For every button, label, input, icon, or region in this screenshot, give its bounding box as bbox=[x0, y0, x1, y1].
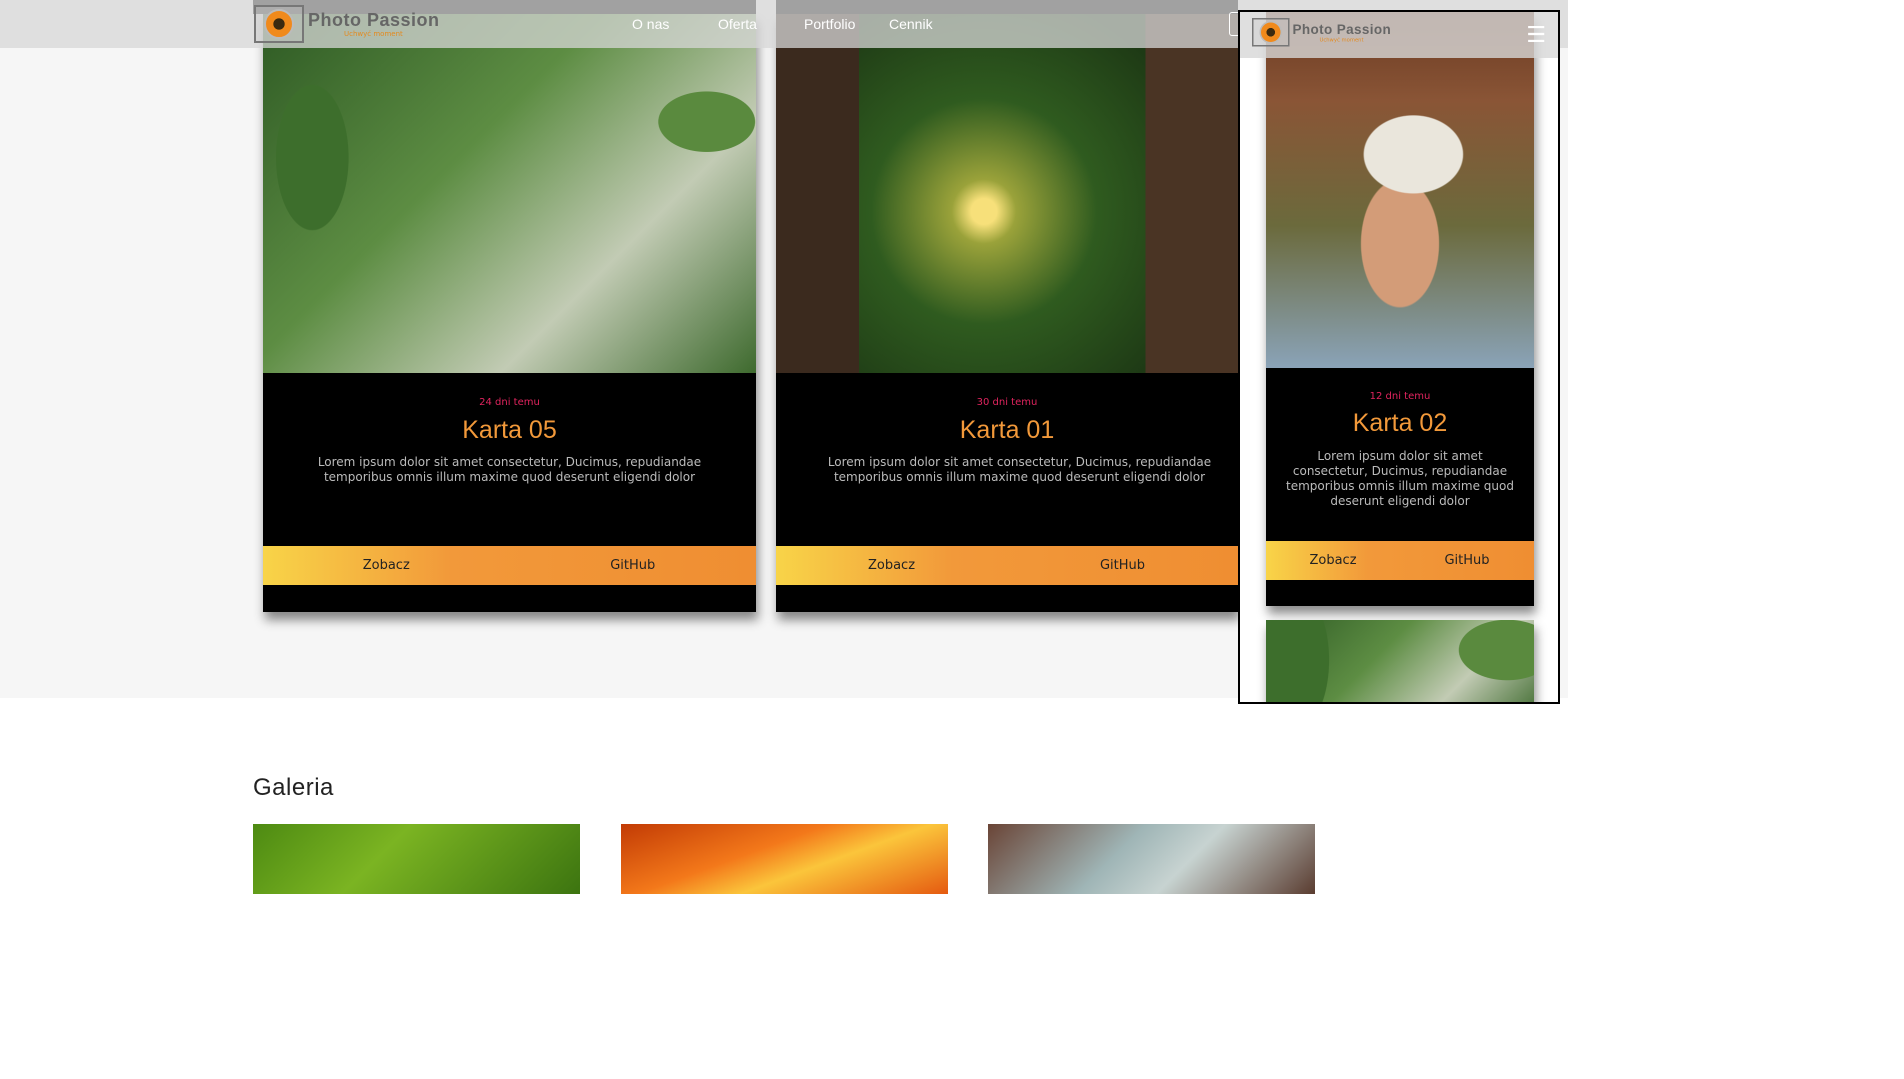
nav-oferta[interactable]: Oferta bbox=[718, 16, 757, 32]
github-button[interactable]: GitHub bbox=[1400, 541, 1534, 580]
nav-o-nas[interactable]: O nas bbox=[632, 16, 669, 32]
card-description: Lorem ipsum dolor sit amet consectetur, … bbox=[827, 455, 1212, 484]
brand-name: Photo Passion bbox=[308, 9, 440, 30]
logo[interactable]: Photo Passion Uchwyć moment bbox=[254, 5, 440, 43]
card-title: Karta 02 bbox=[1352, 409, 1448, 437]
card-karta-01: 30 dni temu Karta 01 Lorem ipsum dolor s… bbox=[776, 14, 1238, 612]
nav-portfolio[interactable]: Portfolio bbox=[804, 16, 855, 32]
card-description: Lorem ipsum dolor sit amet consectetur, … bbox=[317, 455, 702, 484]
mobile-card-karta-02: 12 dni temu Karta 02 Lorem ipsum dolor s… bbox=[1266, 12, 1534, 606]
gallery-image[interactable] bbox=[988, 824, 1315, 894]
card-title: Karta 01 bbox=[959, 416, 1055, 444]
mobile-next-card bbox=[1266, 620, 1534, 702]
zobacz-button[interactable]: Zobacz bbox=[776, 546, 1007, 585]
card-actions: Zobacz GitHub bbox=[1266, 541, 1534, 580]
mobile-header: Photo Passion Uchwyć moment ☰ bbox=[1240, 12, 1558, 58]
card-karta-05: 24 dni temu Karta 05 Lorem ipsum dolor s… bbox=[263, 14, 756, 612]
gallery-title: Galeria bbox=[253, 774, 334, 801]
card-actions: Zobacz GitHub bbox=[263, 546, 756, 585]
github-button[interactable]: GitHub bbox=[510, 546, 757, 585]
card-title: Karta 05 bbox=[462, 416, 557, 444]
github-button[interactable]: GitHub bbox=[1007, 546, 1238, 585]
nav-cennik[interactable]: Cennik bbox=[889, 16, 933, 32]
mobile-logo[interactable]: Photo Passion Uchwyć moment bbox=[1252, 18, 1391, 47]
card-actions: Zobacz GitHub bbox=[776, 546, 1238, 585]
camera-logo-icon bbox=[1252, 18, 1290, 47]
gallery-image[interactable] bbox=[253, 824, 580, 894]
card-image bbox=[1266, 12, 1534, 368]
card-description: Lorem ipsum dolor sit amet consectetur, … bbox=[1286, 449, 1514, 508]
brand-tagline: Uchwyć moment bbox=[1319, 36, 1364, 43]
zobacz-button[interactable]: Zobacz bbox=[1266, 541, 1400, 580]
mobile-preview: Photo Passion Uchwyć moment ☰ 12 dni tem… bbox=[1238, 10, 1560, 704]
gallery-image[interactable] bbox=[621, 824, 948, 894]
hamburger-icon[interactable]: ☰ bbox=[1526, 23, 1546, 48]
brand-name: Photo Passion bbox=[1292, 21, 1392, 37]
card-date: 12 dni temu bbox=[1369, 391, 1431, 402]
zobacz-button[interactable]: Zobacz bbox=[263, 546, 510, 585]
camera-logo-icon bbox=[254, 5, 304, 43]
brand-tagline: Uchwyć moment bbox=[344, 29, 403, 38]
card-date: 24 dni temu bbox=[479, 397, 540, 408]
card-image bbox=[776, 14, 1238, 373]
card-image bbox=[263, 14, 756, 373]
card-date: 30 dni temu bbox=[976, 397, 1038, 408]
